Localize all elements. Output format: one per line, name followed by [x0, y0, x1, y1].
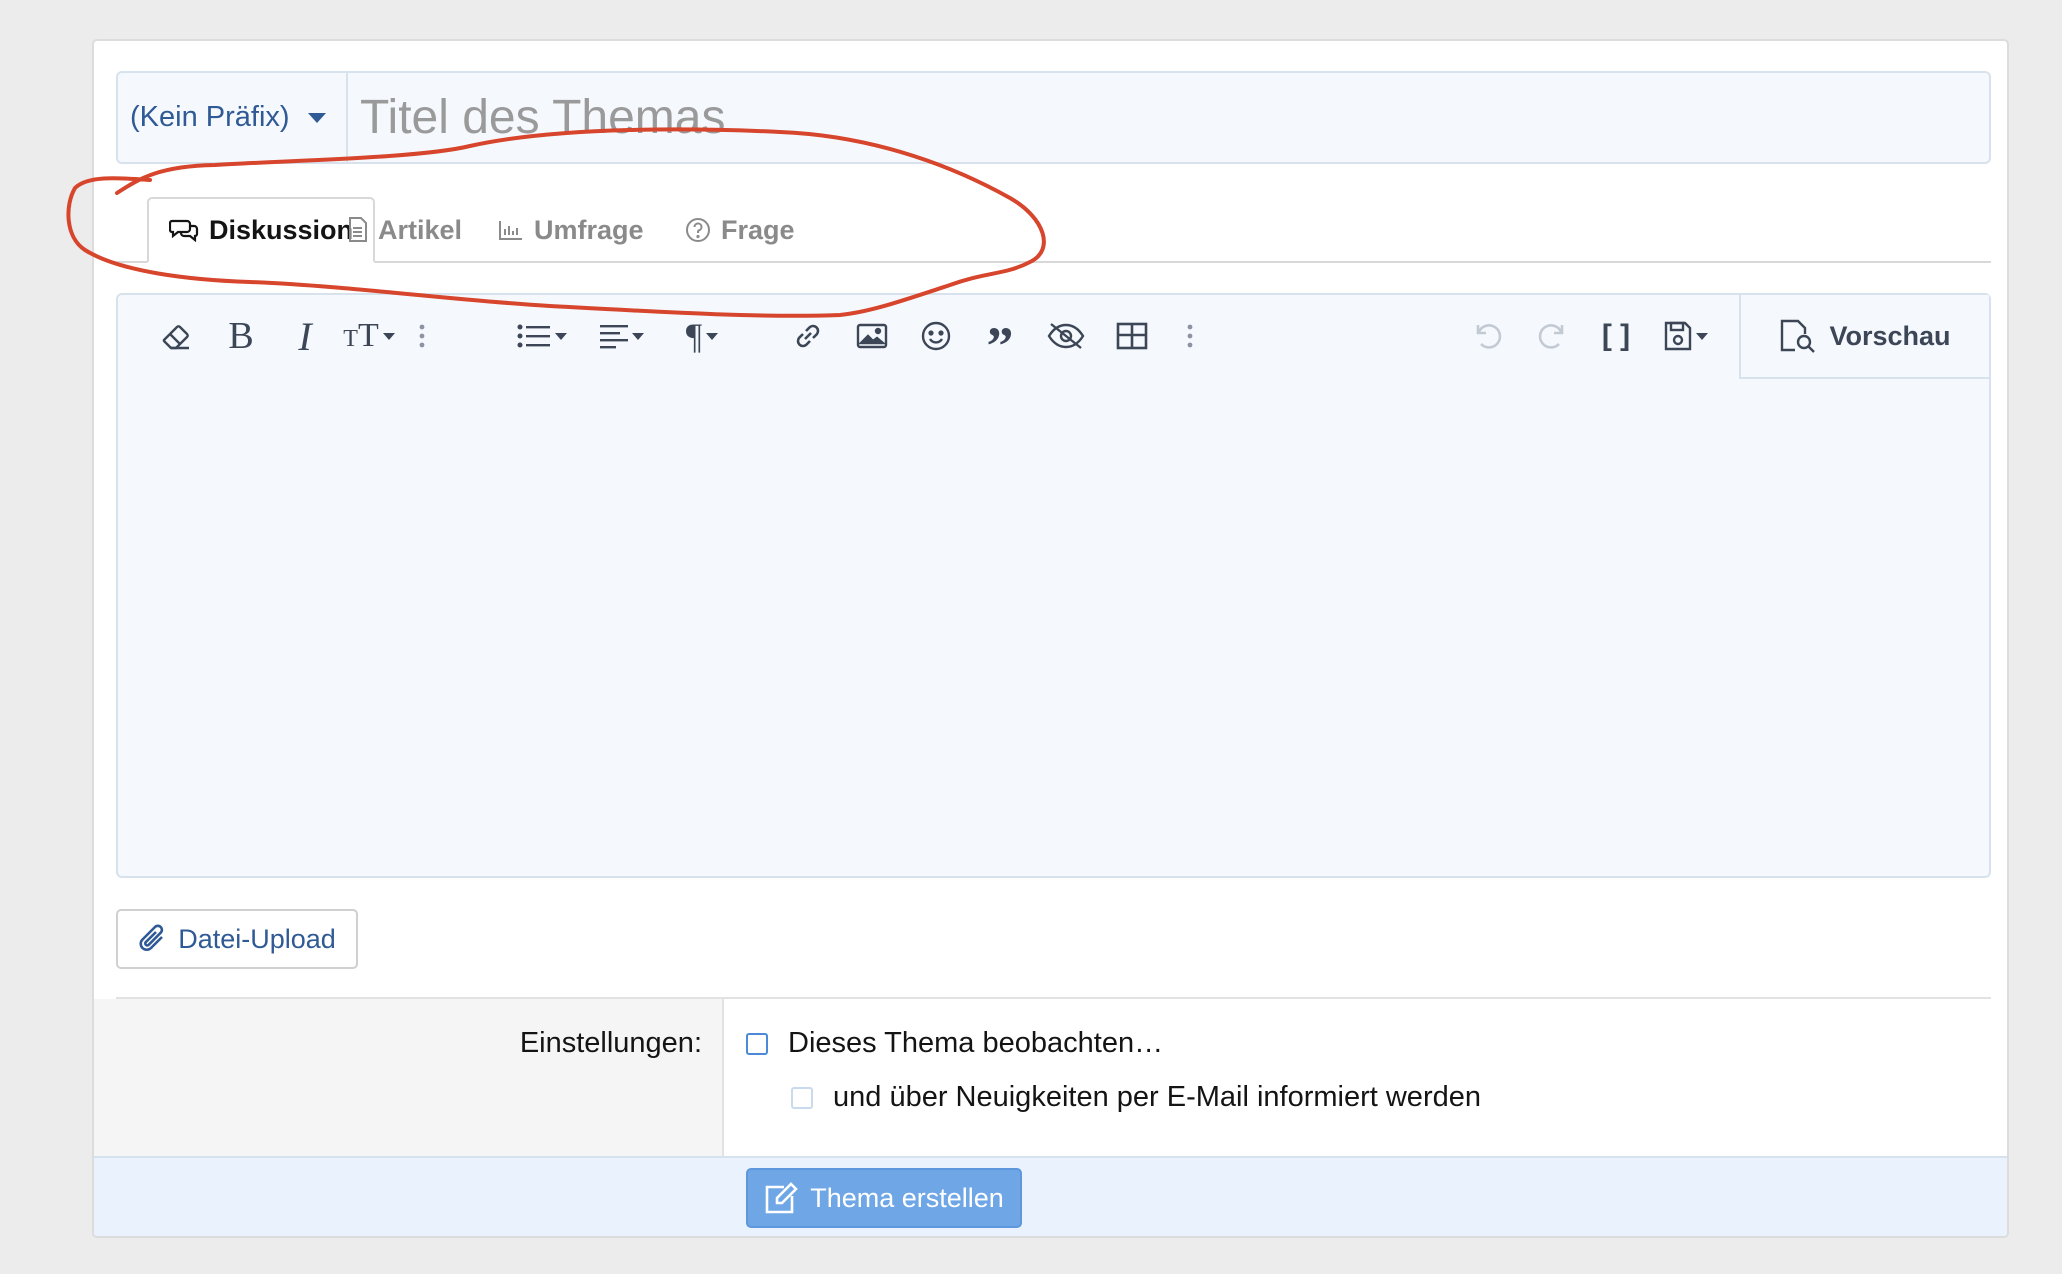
prefix-label: (Kein Präfix)	[130, 101, 290, 133]
paperclip-icon	[139, 924, 164, 951]
settings-label-cell: Einstellungen:	[94, 999, 724, 1157]
italic-icon: I	[298, 313, 312, 359]
paragraph-icon: ¶	[685, 316, 703, 356]
email-notify-checkbox[interactable]: und über Neuigkeiten per E-Mail informie…	[791, 1081, 1481, 1114]
quote-button[interactable]: ”	[978, 313, 1022, 373]
new-thread-form: (Kein Präfix) Diskussion Artikel Umfrage	[92, 39, 2009, 1238]
poll-icon	[499, 221, 522, 240]
tab-label: Frage	[721, 214, 795, 245]
tab-question[interactable]: Frage	[685, 197, 795, 263]
redo-icon	[1538, 324, 1564, 349]
text-size-button[interactable]: TT	[338, 313, 400, 359]
tab-poll[interactable]: Umfrage	[498, 197, 644, 263]
hide-icon	[1047, 323, 1085, 349]
chevron-down-icon	[307, 112, 326, 123]
tab-label: Diskussion	[209, 214, 354, 245]
italic-button[interactable]: I	[288, 313, 322, 359]
thread-title-input[interactable]	[348, 73, 1989, 162]
question-icon	[686, 218, 710, 242]
align-icon	[600, 325, 628, 349]
attach-files-button[interactable]: Datei-Upload	[116, 909, 358, 969]
bold-button[interactable]: B	[224, 313, 258, 359]
align-button[interactable]	[594, 313, 650, 359]
spoiler-button[interactable]	[1044, 313, 1088, 359]
settings-row: Einstellungen: Dieses Thema beobachten… …	[94, 999, 2007, 1157]
thread-type-tabs: Diskussion Artikel Umfrage Frage	[116, 197, 1991, 263]
smiley-icon	[921, 321, 951, 351]
undo-button[interactable]	[1468, 313, 1508, 359]
tab-label: Artikel	[378, 214, 463, 245]
email-notify-label: und über Neuigkeiten per E-Mail informie…	[833, 1081, 1481, 1113]
undo-icon	[1476, 324, 1502, 349]
tab-label: Umfrage	[534, 214, 644, 245]
drafts-button[interactable]	[1656, 313, 1716, 359]
quote-icon: ”	[986, 316, 1014, 376]
settings-label: Einstellungen:	[519, 1027, 702, 1059]
table-icon	[1116, 322, 1148, 350]
more-options-button[interactable]	[1180, 313, 1200, 359]
create-thread-button[interactable]: Thema erstellen	[746, 1168, 1022, 1228]
edit-icon	[765, 1182, 799, 1214]
list-button[interactable]	[514, 313, 570, 359]
brackets-icon: [ ]	[1601, 319, 1631, 352]
image-icon	[856, 323, 888, 349]
checkbox-box[interactable]	[746, 1032, 768, 1055]
more-vertical-icon	[419, 324, 425, 348]
tab-article[interactable]: Artikel	[348, 197, 462, 263]
article-icon	[349, 217, 367, 242]
link-icon	[796, 324, 820, 348]
message-editor[interactable]: B I TT ¶ ” [] Vorschau	[116, 293, 1991, 878]
image-button[interactable]	[852, 313, 892, 359]
discussion-icon	[169, 219, 199, 242]
watch-thread-checkbox[interactable]: Dieses Thema beobachten…	[746, 1027, 1163, 1060]
watch-thread-label: Dieses Thema beobachten…	[788, 1027, 1164, 1059]
clear-format-button[interactable]	[156, 313, 196, 359]
preview-button[interactable]: Vorschau	[1739, 295, 1989, 379]
preview-icon	[1781, 319, 1816, 353]
smilie-button[interactable]	[916, 313, 956, 359]
redo-button[interactable]	[1532, 313, 1572, 359]
save-draft-icon	[1664, 321, 1692, 351]
text-size-icon: TT	[343, 317, 379, 354]
editor-toolbar: B I TT ¶ ” []	[118, 295, 1989, 379]
title-row: (Kein Präfix)	[116, 71, 1991, 164]
checkbox-box[interactable]	[791, 1086, 813, 1109]
preview-label: Vorschau	[1829, 320, 1951, 351]
table-button[interactable]	[1112, 313, 1152, 359]
form-footer: Thema erstellen	[94, 1156, 2007, 1236]
tab-discussion[interactable]: Diskussion	[147, 197, 376, 263]
eraser-icon	[162, 325, 189, 350]
more-options-button[interactable]	[412, 313, 432, 359]
upload-label: Datei-Upload	[178, 923, 336, 954]
bbcode-toggle-button[interactable]: [ ]	[1596, 313, 1636, 359]
create-thread-label: Thema erstellen	[810, 1182, 1004, 1213]
paragraph-button[interactable]: ¶	[674, 313, 730, 359]
bold-icon: B	[228, 315, 254, 357]
more-vertical-icon	[1187, 324, 1193, 348]
prefix-select[interactable]: (Kein Präfix)	[118, 73, 348, 162]
list-icon	[517, 324, 550, 348]
link-button[interactable]	[788, 313, 828, 359]
